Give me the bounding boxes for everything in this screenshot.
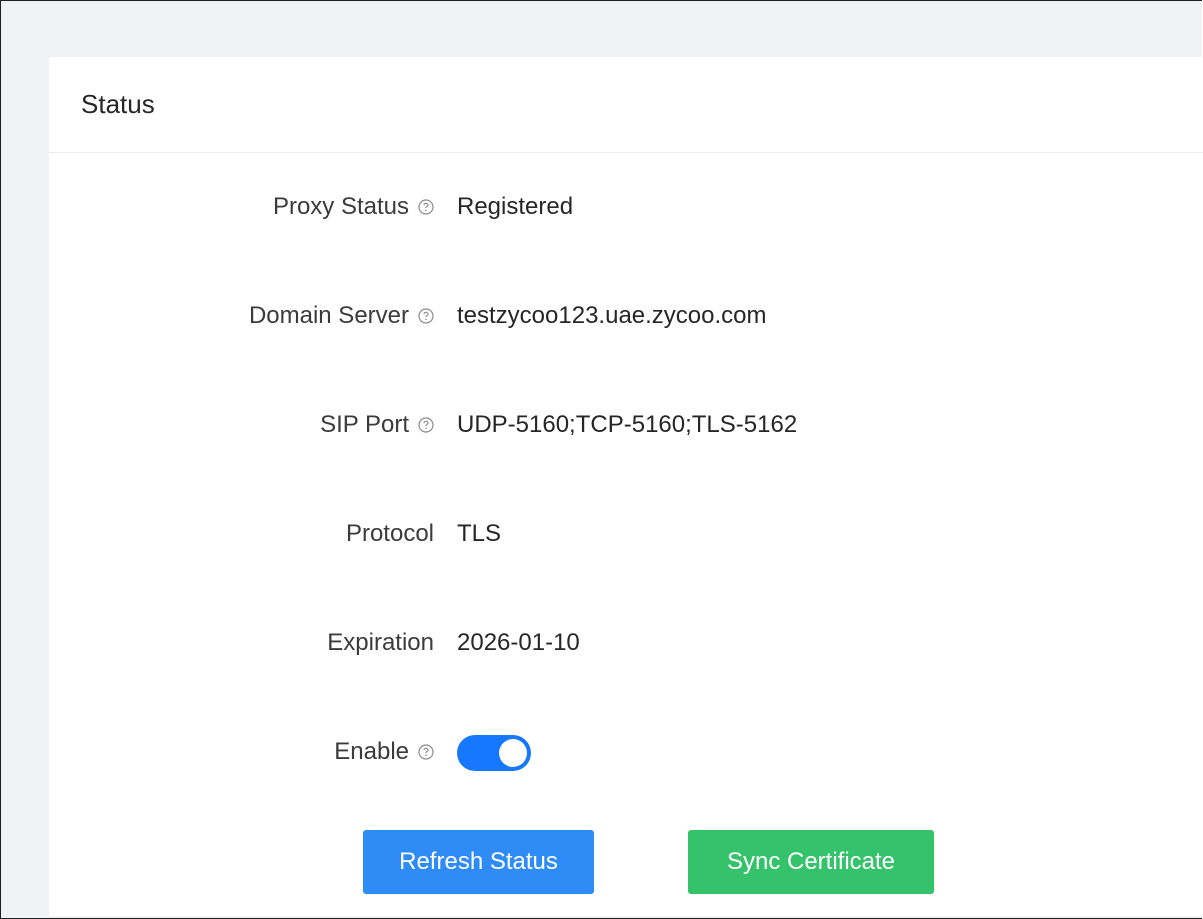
expiration-row: Expiration 2026-01-10 [49,623,1203,663]
question-circle-icon[interactable] [418,744,434,760]
proxy-status-label: Proxy Status [272,193,409,220]
domain-server-value: testzycoo123.uae.zycoo.com [457,302,767,329]
sip-port-label: SIP Port [320,411,409,438]
proxy-status-label-group: Proxy Status [273,187,434,227]
enable-label: Enable [334,738,409,765]
expiration-value: 2026-01-10 [457,629,580,656]
question-circle-icon[interactable] [418,417,434,433]
card-header: Status [49,57,1203,153]
toggle-knob [499,739,527,767]
proxy-status-value: Registered [457,193,574,220]
question-circle-icon[interactable] [418,199,434,215]
enable-label-group: Enable [334,732,434,772]
page-frame: Status Proxy Status Registered Domain Se… [0,0,1203,919]
protocol-label-group: Protocol [346,514,434,554]
question-circle-icon[interactable] [418,308,434,324]
card-title: Status [81,89,155,119]
domain-server-label: Domain Server [248,302,409,329]
expiration-label-group: Expiration [327,623,434,663]
sip-port-row: SIP Port UDP-5160;TCP-5160;TLS-5162 [49,405,1203,445]
domain-server-label-group: Domain Server [249,296,434,336]
expiration-label: Expiration [327,629,434,656]
protocol-row: Protocol TLS [49,514,1203,554]
sync-certificate-button[interactable]: Sync Certificate [688,830,934,894]
domain-server-row: Domain Server testzycoo123.uae.zycoo.com [49,296,1203,336]
enable-row: Enable [49,732,1203,772]
enable-toggle[interactable] [457,735,531,771]
sip-port-value: UDP-5160;TCP-5160;TLS-5162 [457,411,798,438]
proxy-status-row: Proxy Status Registered [49,187,1203,227]
protocol-label: Protocol [345,520,434,547]
sip-port-label-group: SIP Port [320,405,434,445]
status-card: Status Proxy Status Registered Domain Se… [49,57,1203,916]
protocol-value: TLS [457,520,502,547]
refresh-status-button[interactable]: Refresh Status [363,830,594,894]
